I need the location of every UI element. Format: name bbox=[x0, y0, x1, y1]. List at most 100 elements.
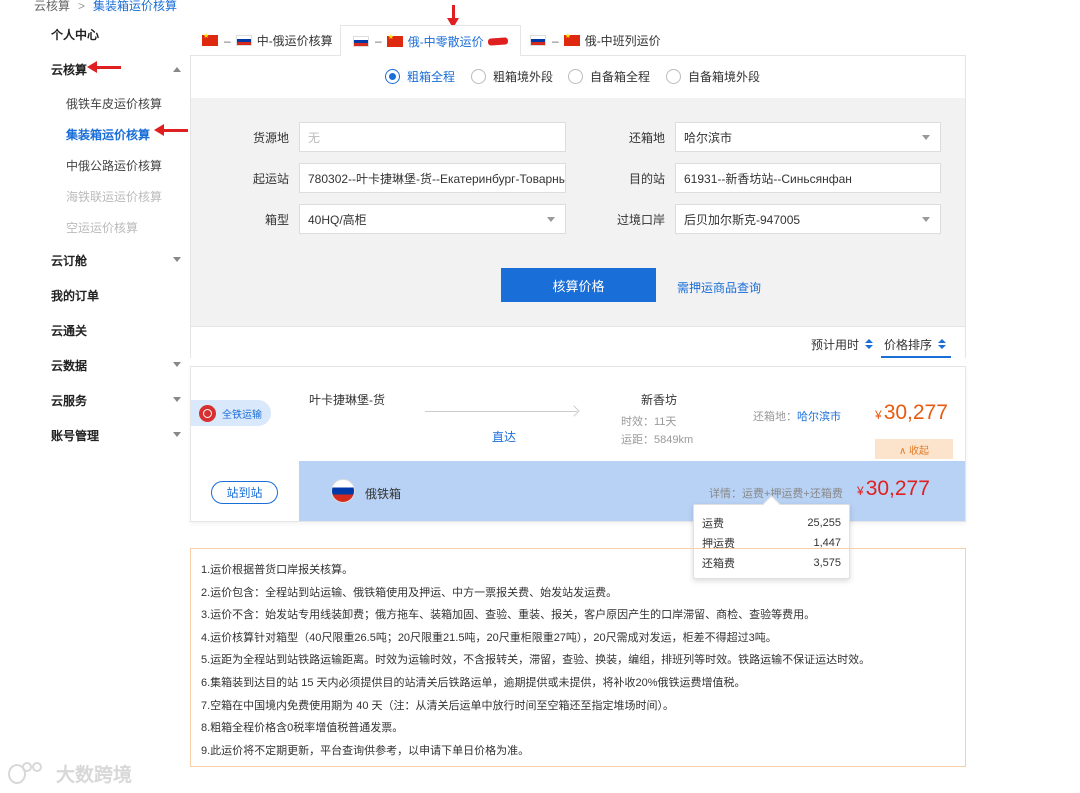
annotation-arrow-icon bbox=[87, 61, 121, 73]
annotation-scribble-icon bbox=[487, 36, 508, 46]
total-price: ¥30,277 bbox=[875, 401, 948, 424]
box-type-radio-group: 粗箱全程 粗箱境外段 自备箱全程 自备箱境外段 bbox=[191, 56, 965, 98]
station-to-station-button[interactable]: 站到站 bbox=[211, 481, 278, 504]
return-location: 还箱地：哈尔滨市 bbox=[753, 411, 841, 423]
to-station-label: 目的站 bbox=[628, 172, 665, 186]
russia-flag-icon bbox=[235, 35, 252, 46]
chevron-down-icon[interactable] bbox=[173, 362, 181, 367]
sidebar-subitem-air: 空运运价核算 bbox=[66, 221, 139, 235]
result-card: 全铁运输 叶卡捷琳堡-货 直达 新香坊 时效：11天 运距：5849km 还箱地… bbox=[190, 366, 966, 522]
radio-rough-box-full[interactable]: 粗箱全程 bbox=[385, 68, 455, 85]
sidebar-item-cloud-data[interactable]: 云数据 bbox=[51, 357, 87, 374]
radio-unchecked-icon bbox=[471, 69, 486, 84]
tab-russia-china-train[interactable]: –俄-中班列运价 bbox=[518, 25, 673, 56]
sort-by-time[interactable]: 预计用时 bbox=[811, 336, 874, 353]
sidebar-subitem-container[interactable]: 集装箱运价核算 bbox=[66, 126, 150, 143]
from-station-label: 起运站 bbox=[252, 172, 289, 186]
route-tabs: –中-俄运价核算 –俄-中零散运价 –俄-中班列运价 bbox=[190, 25, 966, 57]
sidebar-subitem-sea-rail: 海铁联运运价核算 bbox=[66, 190, 163, 204]
transit-distance: 运距：5849km bbox=[621, 434, 694, 446]
russia-flag-icon bbox=[353, 35, 369, 47]
china-flag-icon bbox=[563, 32, 580, 46]
carrier-name: 俄铁箱 bbox=[365, 487, 402, 501]
radio-own-box-full[interactable]: 自备箱全程 bbox=[568, 68, 650, 85]
all-rail-badge: 全铁运输 bbox=[191, 400, 271, 426]
radio-unchecked-icon bbox=[568, 69, 583, 84]
radio-unchecked-icon bbox=[666, 69, 681, 84]
calculation-panel: 粗箱全程 粗箱境外段 自备箱全程 自备箱境外段 货源地 无 还箱地 哈尔滨市 起… bbox=[190, 56, 966, 358]
route-arrow-icon bbox=[425, 411, 577, 412]
note-item: 8.粗箱全程价格含0税率增值税普通发票。 bbox=[201, 722, 404, 735]
chevron-down-icon[interactable] bbox=[173, 397, 181, 402]
sidebar-item-personal-center[interactable]: 个人中心 bbox=[51, 26, 99, 43]
source-label: 货源地 bbox=[252, 131, 289, 145]
to-station-input[interactable]: 61931--新香坊站--Синьсянфан bbox=[675, 163, 941, 193]
sort-bar: 预计用时 价格排序 bbox=[191, 326, 965, 358]
chevron-down-icon bbox=[547, 217, 555, 222]
note-item: 6.集箱装到达目的站 15 天内必须提供目的站清关后铁路运单，逾期提供或未提供，… bbox=[201, 676, 746, 689]
source-input[interactable]: 无 bbox=[299, 122, 566, 152]
radio-own-box-abroad[interactable]: 自备箱境外段 bbox=[666, 68, 760, 85]
sidebar-item-cloud-service[interactable]: 云服务 bbox=[51, 392, 87, 409]
transit-time: 时效：11天 bbox=[621, 416, 677, 428]
sidebar-item-cloud-booking[interactable]: 云订舱 bbox=[51, 252, 87, 269]
breadcrumb: 云核算 > 集装箱运价核算 bbox=[34, 0, 177, 14]
chevron-down-icon bbox=[922, 217, 930, 222]
return-label: 还箱地 bbox=[628, 131, 665, 145]
china-flag-icon bbox=[202, 32, 218, 46]
from-station-input[interactable]: 780302--叶卡捷琳堡-货--Екатеринбург-Товарный bbox=[299, 163, 566, 193]
origin-station: 叶卡捷琳堡-货 bbox=[309, 393, 385, 407]
detail-price: ¥30,277 bbox=[857, 477, 930, 500]
destination-station: 新香坊 bbox=[641, 393, 678, 407]
annotation-arrow-icon bbox=[154, 124, 188, 136]
chevron-down-icon bbox=[922, 135, 930, 140]
note-item: 4.运价核算针对箱型（40尺限重26.5吨；20尺限重21.5吨，20尺重柜限重… bbox=[201, 631, 777, 644]
chevron-down-icon[interactable] bbox=[173, 432, 181, 437]
sidebar-item-cloud-customs[interactable]: 云通关 bbox=[51, 322, 87, 339]
breadcrumb-current[interactable]: 集装箱运价核算 bbox=[93, 0, 177, 13]
box-type-select[interactable]: 40HQ/高柜 bbox=[299, 204, 566, 234]
annotation-arrow-icon bbox=[447, 5, 459, 28]
russia-flag-icon bbox=[530, 35, 546, 46]
sort-icon bbox=[938, 339, 947, 350]
watermark-text: 大数跨境 bbox=[56, 765, 133, 786]
tab-russia-china-lcl[interactable]: –俄-中零散运价 bbox=[340, 25, 521, 57]
sidebar-item-account[interactable]: 账号管理 bbox=[51, 427, 99, 444]
route-type: 直达 bbox=[492, 430, 517, 444]
active-sort-indicator bbox=[881, 356, 951, 358]
tooltip-row-freight: 运费 25,255 bbox=[702, 517, 841, 530]
radio-checked-icon bbox=[385, 69, 400, 84]
collapse-button[interactable]: ∧ 收起 bbox=[875, 439, 953, 459]
watermark: 大数跨境 bbox=[8, 760, 132, 787]
breadcrumb-root[interactable]: 云核算 bbox=[34, 0, 70, 13]
chevron-up-icon[interactable] bbox=[173, 67, 181, 72]
sidebar-item-my-orders[interactable]: 我的订单 bbox=[51, 287, 99, 304]
sort-by-price[interactable]: 价格排序 bbox=[884, 336, 947, 353]
sidebar-item-cloud-accounting[interactable]: 云核算 bbox=[51, 61, 87, 78]
tab-china-russia[interactable]: –中-俄运价核算 bbox=[190, 25, 345, 56]
notes-box: 1.运价根据普货口岸报关核算。 2.运价包含：全程站到站运输、俄铁箱使用及押运、… bbox=[190, 548, 966, 767]
sidebar-subitem-road[interactable]: 中俄公路运价核算 bbox=[66, 157, 162, 174]
sort-icon bbox=[865, 339, 874, 350]
breadcrumb-separator: > bbox=[78, 0, 86, 13]
calculate-price-button[interactable]: 核算价格 bbox=[501, 268, 656, 302]
rail-icon bbox=[199, 404, 216, 422]
price-detail-link[interactable]: 详情：运费+押运费+还箱费 bbox=[709, 485, 843, 501]
note-item: 2.运价包含：全程站到站运输、俄铁箱使用及押运、中方一票报关费、始发站发运费。 bbox=[201, 586, 618, 599]
note-item: 9.此运价将不定期更新，平台查询供参考，以申请下单日价格为准。 bbox=[201, 744, 530, 757]
sidebar-subitem-railcar[interactable]: 俄铁车皮运价核算 bbox=[66, 95, 162, 112]
box-type-label: 箱型 bbox=[264, 213, 289, 227]
escort-goods-link[interactable]: 需押运商品查询 bbox=[677, 279, 761, 296]
note-item: 7.空箱在中国境内免费使用期为 40 天（注：从清关后运单中放行时间至空箱还至指… bbox=[201, 699, 675, 712]
note-item: 3.运价不含：始发站专用线装卸费；俄方拖车、装箱加固、查验、重装、报关，客户原因… bbox=[201, 609, 816, 622]
radio-rough-box-abroad[interactable]: 粗箱境外段 bbox=[471, 68, 553, 85]
return-select[interactable]: 哈尔滨市 bbox=[675, 122, 941, 152]
note-item: 1.运价根据普货口岸报关核算。 bbox=[201, 564, 354, 576]
china-flag-icon bbox=[386, 33, 403, 47]
chevron-down-icon[interactable] bbox=[173, 257, 181, 262]
border-port-select[interactable]: 后贝加尔斯克-947005 bbox=[675, 204, 941, 234]
watermark-logo-icon bbox=[8, 761, 52, 786]
russia-flag-icon bbox=[331, 479, 355, 503]
border-port-label: 过境口岸 bbox=[616, 213, 665, 227]
note-item: 5.运距为全程站到站铁路运输距离。时效为运输时效，不含报转关，滞留，查验、换装，… bbox=[201, 654, 871, 667]
